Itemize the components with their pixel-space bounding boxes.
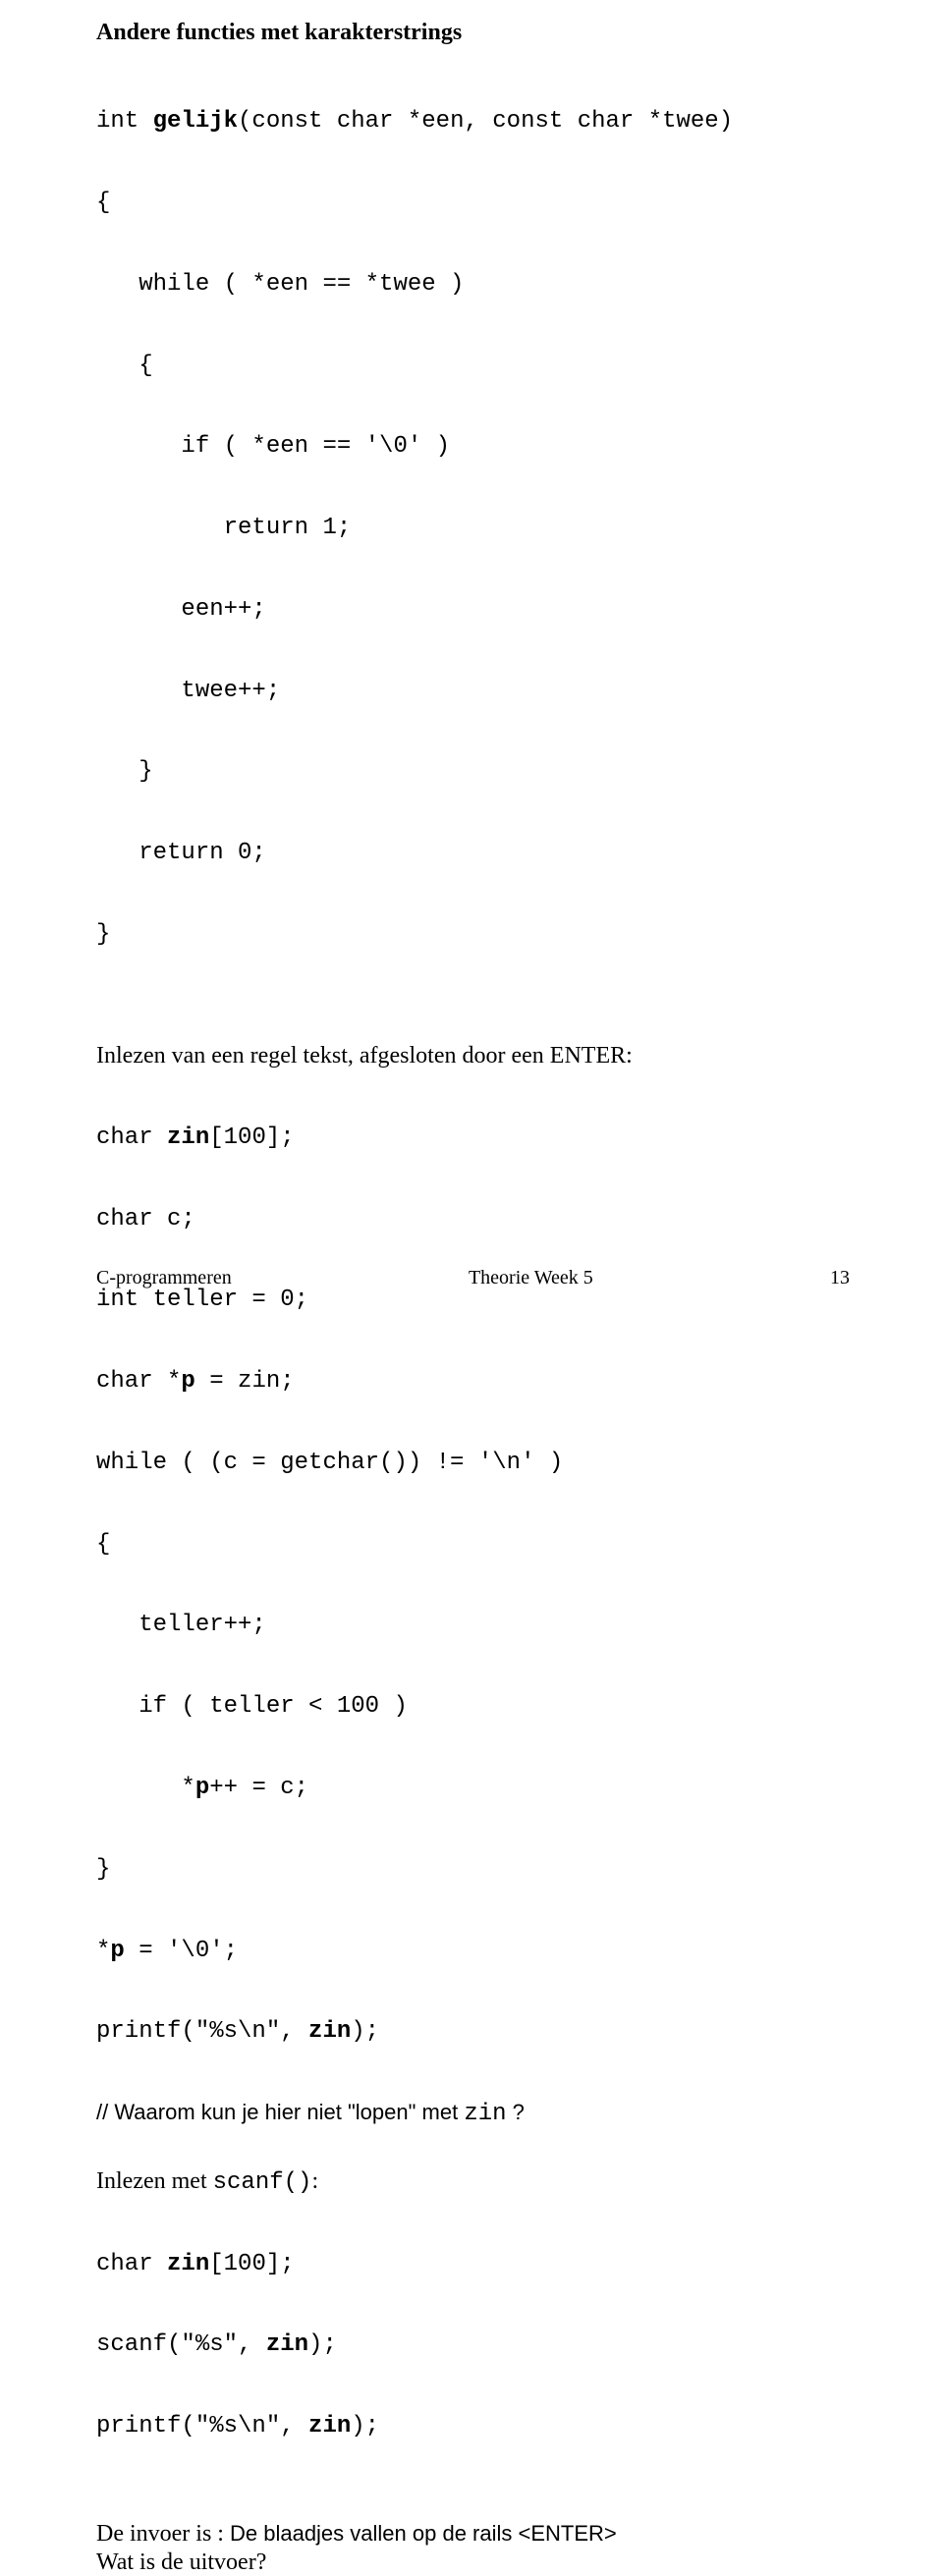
code-line: int teller = 0; bbox=[96, 1287, 850, 1314]
inline-comment: // Waarom kun je hier niet "lopen" met z… bbox=[96, 2100, 850, 2128]
code-block-2: char zin[100]; char c; int teller = 0; c… bbox=[96, 1070, 850, 2101]
code-line: een++; bbox=[96, 596, 850, 624]
paragraph: Wat is de uitvoer? bbox=[96, 2549, 850, 2576]
paragraph: Inlezen met scanf(): bbox=[96, 2167, 850, 2197]
paragraph: Inlezen van een regel tekst, afgesloten … bbox=[96, 1042, 850, 1070]
code-line: { bbox=[96, 1531, 850, 1559]
code-text: printf("%s\n", bbox=[96, 2018, 308, 2045]
code-line: if ( *een == '\0' ) bbox=[96, 433, 850, 461]
code-text: int bbox=[96, 108, 153, 135]
page-footer: C-programmeren Theorie Week 5 13 bbox=[96, 1267, 850, 1289]
code-bold: zin bbox=[266, 2331, 308, 2358]
section-heading: Andere functies met karakterstrings bbox=[96, 20, 850, 46]
comment-text: // Waarom kun je hier niet "lopen" met bbox=[96, 2100, 464, 2124]
code-text: ); bbox=[308, 2331, 337, 2358]
footer-left: C-programmeren bbox=[96, 1267, 232, 1289]
code-bold: p bbox=[195, 1775, 209, 1801]
code-bold: zin bbox=[308, 2413, 351, 2439]
code-bold: zin bbox=[308, 2018, 351, 2045]
code-bold: zin bbox=[167, 1124, 209, 1151]
code-text: [100]; bbox=[209, 1124, 294, 1151]
code-text: char bbox=[96, 1124, 167, 1151]
code-text: ++ = c; bbox=[209, 1775, 308, 1801]
code-text: [100]; bbox=[209, 2251, 294, 2277]
code-text: = zin; bbox=[195, 1368, 295, 1395]
code-line: } bbox=[96, 1856, 850, 1884]
example-input: De blaadjes vallen op de rails <ENTER> bbox=[230, 2521, 617, 2546]
code-text: char * bbox=[96, 1368, 181, 1395]
code-block-3: char zin[100]; scanf("%s", zin); printf(… bbox=[96, 2196, 850, 2494]
code-text: ); bbox=[351, 2018, 379, 2045]
code-block-1: int gelijk(const char *een, const char *… bbox=[96, 54, 850, 1003]
code-text: char bbox=[96, 2251, 167, 2277]
code-line: return 0; bbox=[96, 840, 850, 867]
footer-center: Theorie Week 5 bbox=[469, 1267, 593, 1289]
code-line: } bbox=[96, 921, 850, 949]
code-text: (const char *een, const char *twee) bbox=[238, 108, 733, 135]
code-line: return 1; bbox=[96, 515, 850, 542]
code-bold: p bbox=[110, 1938, 124, 1964]
prose-text: Inlezen met bbox=[96, 2168, 213, 2194]
code-line: } bbox=[96, 758, 850, 786]
code-line: while ( (c = getchar()) != '\n' ) bbox=[96, 1450, 850, 1477]
code-text: * bbox=[96, 1775, 195, 1801]
code-bold: gelijk bbox=[153, 108, 238, 135]
code-text: scanf("%s", bbox=[96, 2331, 266, 2358]
code-bold: zin bbox=[167, 2251, 209, 2277]
code-inline: scanf() bbox=[213, 2169, 312, 2196]
prose-text: De invoer is : bbox=[96, 2521, 230, 2547]
code-line: teller++; bbox=[96, 1612, 850, 1639]
code-line: char c; bbox=[96, 1206, 850, 1233]
code-line: twee++; bbox=[96, 678, 850, 705]
code-text: * bbox=[96, 1938, 110, 1964]
prose-text: : bbox=[311, 2168, 318, 2194]
code-line: { bbox=[96, 353, 850, 380]
code-text: ); bbox=[351, 2413, 379, 2439]
code-text: = '\0'; bbox=[125, 1938, 238, 1964]
code-line: while ( *een == *twee ) bbox=[96, 271, 850, 299]
code-inline: zin bbox=[464, 2101, 506, 2127]
code-line: if ( teller < 100 ) bbox=[96, 1693, 850, 1721]
comment-text: ? bbox=[507, 2100, 525, 2124]
paragraph: De invoer is : De blaadjes vallen op de … bbox=[96, 2520, 850, 2549]
code-line: { bbox=[96, 190, 850, 217]
code-bold: p bbox=[181, 1368, 194, 1395]
footer-right: 13 bbox=[830, 1267, 850, 1289]
code-text: printf("%s\n", bbox=[96, 2413, 308, 2439]
